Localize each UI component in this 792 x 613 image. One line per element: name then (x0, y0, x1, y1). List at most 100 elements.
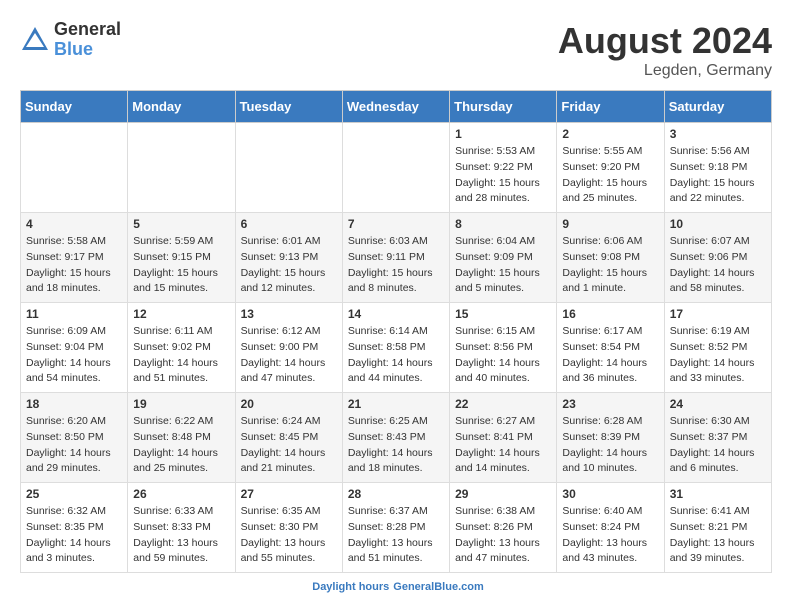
day-cell (342, 123, 449, 213)
day-number: 31 (670, 487, 766, 501)
day-number: 22 (455, 397, 551, 411)
day-cell: 11Sunrise: 6:09 AMSunset: 9:04 PMDayligh… (21, 303, 128, 393)
header-thursday: Thursday (450, 91, 557, 123)
day-info: Sunrise: 5:59 AMSunset: 9:15 PMDaylight:… (133, 234, 229, 297)
day-info: Sunrise: 6:35 AMSunset: 8:30 PMDaylight:… (241, 504, 337, 567)
day-number: 3 (670, 127, 766, 141)
day-cell: 26 Sunrise: 6:33 AMSunset: 8:33 PMDayligh… (128, 483, 235, 573)
day-info: Sunrise: 6:22 AMSunset: 8:48 PMDaylight:… (133, 414, 229, 477)
week-row-3: 11Sunrise: 6:09 AMSunset: 9:04 PMDayligh… (21, 303, 772, 393)
day-cell: 28Sunrise: 6:37 AMSunset: 8:28 PMDayligh… (342, 483, 449, 573)
day-cell: 15Sunrise: 6:15 AMSunset: 8:56 PMDayligh… (450, 303, 557, 393)
day-number: 12 (133, 307, 229, 321)
day-info: Sunrise: 6:40 AMSunset: 8:24 PMDaylight:… (562, 504, 658, 567)
day-cell: 1 Sunrise: 5:53 AMSunset: 9:22 PMDaylight… (450, 123, 557, 213)
day-number: 20 (241, 397, 337, 411)
day-cell: 18 Sunrise: 6:20 AMSunset: 8:50 PMDayligh… (21, 393, 128, 483)
day-cell: 10 Sunrise: 6:07 AMSunset: 9:06 PMDayligh… (664, 213, 771, 303)
day-number: 15 (455, 307, 551, 321)
day-cell: 29Sunrise: 6:38 AMSunset: 8:26 PMDayligh… (450, 483, 557, 573)
day-info: Sunrise: 6:30 AMSunset: 8:37 PMDaylight:… (670, 414, 766, 477)
day-number: 11 (26, 307, 122, 321)
day-info: Sunrise: 5:53 AMSunset: 9:22 PMDaylight:… (455, 144, 551, 207)
day-number: 21 (348, 397, 444, 411)
month-year-title: August 2024 (558, 20, 772, 62)
logo: General Blue (20, 20, 121, 60)
footer-label: Daylight hours (312, 581, 389, 593)
day-info: Sunrise: 6:07 AMSunset: 9:06 PMDaylight:… (670, 234, 766, 297)
day-info: Sunrise: 6:20 AMSunset: 8:50 PMDaylight:… (26, 414, 122, 477)
day-cell: 14 Sunrise: 6:14 AMSunset: 8:58 PMDayligh… (342, 303, 449, 393)
day-info: Sunrise: 5:58 AMSunset: 9:17 PMDaylight:… (26, 234, 122, 297)
day-number: 19 (133, 397, 229, 411)
day-info: Sunrise: 5:55 AMSunset: 9:20 PMDaylight:… (562, 144, 658, 207)
day-info: Sunrise: 6:32 AMSunset: 8:35 PMDaylight:… (26, 504, 122, 567)
day-number: 17 (670, 307, 766, 321)
logo-icon (20, 25, 50, 55)
day-info: Sunrise: 6:06 AMSunset: 9:08 PMDaylight:… (562, 234, 658, 297)
day-cell: 6 Sunrise: 6:01 AMSunset: 9:13 PMDaylight… (235, 213, 342, 303)
footer-link[interactable]: GeneralBlue.com (393, 581, 483, 593)
day-number: 13 (241, 307, 337, 321)
calendar-table: SundayMondayTuesdayWednesdayThursdayFrid… (20, 90, 772, 573)
day-info: Sunrise: 6:37 AMSunset: 8:28 PMDaylight:… (348, 504, 444, 567)
week-row-1: 1 Sunrise: 5:53 AMSunset: 9:22 PMDaylight… (21, 123, 772, 213)
day-info: Sunrise: 6:33 AMSunset: 8:33 PMDaylight:… (133, 504, 229, 567)
day-cell: 7 Sunrise: 6:03 AMSunset: 9:11 PMDaylight… (342, 213, 449, 303)
day-info: Sunrise: 6:04 AMSunset: 9:09 PMDaylight:… (455, 234, 551, 297)
day-cell: 24Sunrise: 6:30 AMSunset: 8:37 PMDayligh… (664, 393, 771, 483)
header-friday: Friday (557, 91, 664, 123)
day-cell: 8Sunrise: 6:04 AMSunset: 9:09 PMDaylight… (450, 213, 557, 303)
day-cell: 5 Sunrise: 5:59 AMSunset: 9:15 PMDaylight… (128, 213, 235, 303)
day-cell (235, 123, 342, 213)
day-cell: 30 Sunrise: 6:40 AMSunset: 8:24 PMDayligh… (557, 483, 664, 573)
day-cell: 20Sunrise: 6:24 AMSunset: 8:45 PMDayligh… (235, 393, 342, 483)
day-cell: 13 Sunrise: 6:12 AMSunset: 9:00 PMDayligh… (235, 303, 342, 393)
day-cell: 21 Sunrise: 6:25 AMSunset: 8:43 PMDayligh… (342, 393, 449, 483)
day-number: 30 (562, 487, 658, 501)
page-header: General Blue August 2024 Legden, Germany (20, 20, 772, 80)
day-cell: 25 Sunrise: 6:32 AMSunset: 8:35 PMDayligh… (21, 483, 128, 573)
day-number: 27 (241, 487, 337, 501)
header-saturday: Saturday (664, 91, 771, 123)
day-number: 25 (26, 487, 122, 501)
day-cell (128, 123, 235, 213)
day-info: Sunrise: 6:12 AMSunset: 9:00 PMDaylight:… (241, 324, 337, 387)
day-info: Sunrise: 6:38 AMSunset: 8:26 PMDaylight:… (455, 504, 551, 567)
day-number: 16 (562, 307, 658, 321)
day-cell: 9 Sunrise: 6:06 AMSunset: 9:08 PMDaylight… (557, 213, 664, 303)
day-info: Sunrise: 6:01 AMSunset: 9:13 PMDaylight:… (241, 234, 337, 297)
day-cell: 2Sunrise: 5:55 AMSunset: 9:20 PMDaylight… (557, 123, 664, 213)
logo-general-text: General (54, 20, 121, 40)
day-info: Sunrise: 6:28 AMSunset: 8:39 PMDaylight:… (562, 414, 658, 477)
day-cell: 3Sunrise: 5:56 AMSunset: 9:18 PMDaylight… (664, 123, 771, 213)
day-cell (21, 123, 128, 213)
day-info: Sunrise: 6:41 AMSunset: 8:21 PMDaylight:… (670, 504, 766, 567)
day-info: Sunrise: 6:03 AMSunset: 9:11 PMDaylight:… (348, 234, 444, 297)
header-monday: Monday (128, 91, 235, 123)
day-number: 10 (670, 217, 766, 231)
day-number: 18 (26, 397, 122, 411)
header-sunday: Sunday (21, 91, 128, 123)
header-wednesday: Wednesday (342, 91, 449, 123)
day-info: Sunrise: 6:14 AMSunset: 8:58 PMDaylight:… (348, 324, 444, 387)
day-number: 6 (241, 217, 337, 231)
day-info: Sunrise: 6:11 AMSunset: 9:02 PMDaylight:… (133, 324, 229, 387)
day-number: 7 (348, 217, 444, 231)
day-info: Sunrise: 6:27 AMSunset: 8:41 PMDaylight:… (455, 414, 551, 477)
day-number: 23 (562, 397, 658, 411)
day-number: 4 (26, 217, 122, 231)
week-row-5: 25 Sunrise: 6:32 AMSunset: 8:35 PMDayligh… (21, 483, 772, 573)
day-number: 9 (562, 217, 658, 231)
day-cell: 4 Sunrise: 5:58 AMSunset: 9:17 PMDaylight… (21, 213, 128, 303)
day-info: Sunrise: 6:17 AMSunset: 8:54 PMDaylight:… (562, 324, 658, 387)
day-cell: 27 Sunrise: 6:35 AMSunset: 8:30 PMDayligh… (235, 483, 342, 573)
day-number: 1 (455, 127, 551, 141)
week-row-4: 18 Sunrise: 6:20 AMSunset: 8:50 PMDayligh… (21, 393, 772, 483)
day-number: 26 (133, 487, 229, 501)
day-number: 14 (348, 307, 444, 321)
day-info: Sunrise: 6:25 AMSunset: 8:43 PMDaylight:… (348, 414, 444, 477)
logo-blue-text: Blue (54, 40, 121, 60)
title-block: August 2024 Legden, Germany (558, 20, 772, 80)
day-number: 5 (133, 217, 229, 231)
